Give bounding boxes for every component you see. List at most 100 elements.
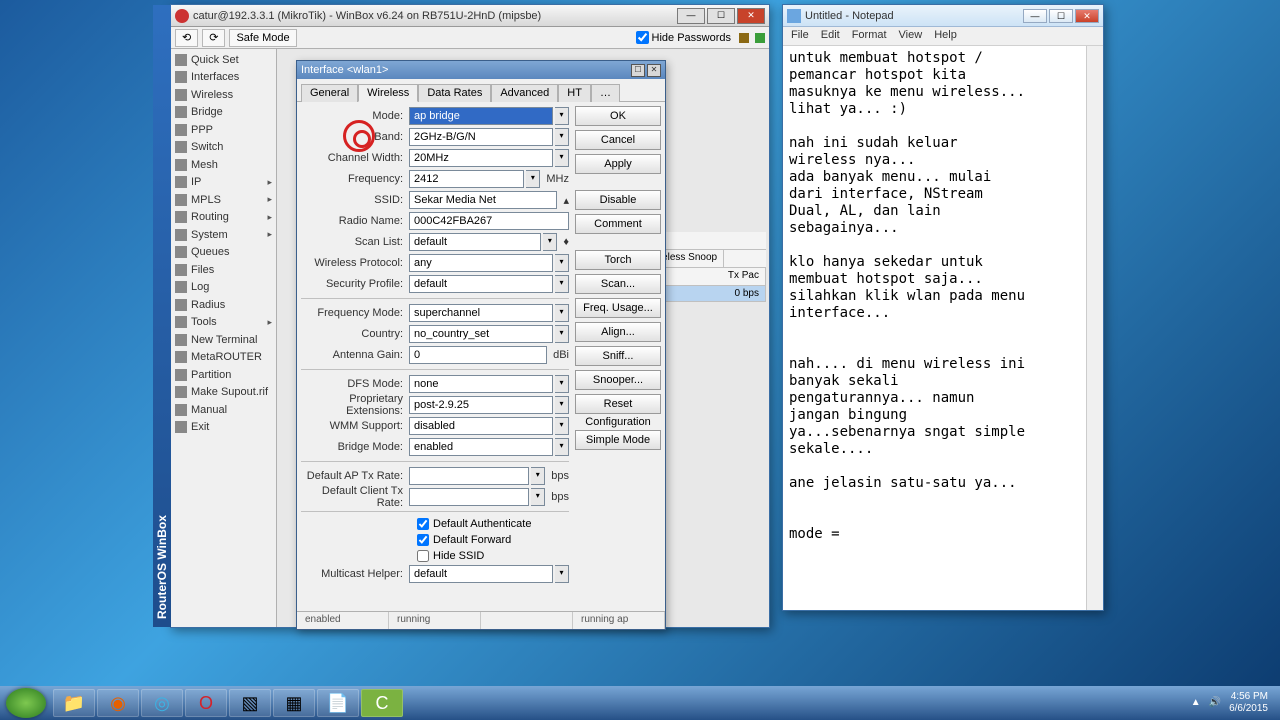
proto-field[interactable]: any	[409, 254, 553, 272]
default-authenticate-check[interactable]: Default Authenticate	[301, 516, 569, 532]
propext-field[interactable]: post-2.9.25	[409, 396, 553, 414]
mcast-dropdown-icon[interactable]: ▾	[555, 565, 569, 583]
minimize-button[interactable]: —	[677, 8, 705, 24]
tab--[interactable]: …	[591, 84, 620, 102]
tab-general[interactable]: General	[301, 84, 358, 102]
sidebar-item-metarouter[interactable]: MetaROUTER	[171, 349, 276, 367]
sniff--button[interactable]: Sniff...	[575, 346, 661, 366]
wmm-field[interactable]: disabled	[409, 417, 553, 435]
scan-field[interactable]: default	[409, 233, 541, 251]
dialog-titlebar[interactable]: Interface <wlan1> ☐ ✕	[297, 61, 665, 79]
tray-flag-icon[interactable]: ▲	[1191, 697, 1201, 709]
scan--button[interactable]: Scan...	[575, 274, 661, 294]
sidebar-item-queues[interactable]: Queues	[171, 244, 276, 262]
torch-button[interactable]: Torch	[575, 250, 661, 270]
sidebar-item-ppp[interactable]: PPP	[171, 121, 276, 139]
chw-field[interactable]: 20MHz	[409, 149, 553, 167]
bridge-field[interactable]: enabled	[409, 438, 553, 456]
sidebar-item-ip[interactable]: IP▸	[171, 174, 276, 192]
tab-ht[interactable]: HT	[558, 84, 591, 102]
back-button[interactable]: ⟲	[175, 29, 198, 47]
bridge-dropdown-icon[interactable]: ▾	[555, 438, 569, 456]
ok-button[interactable]: OK	[575, 106, 661, 126]
align--button[interactable]: Align...	[575, 322, 661, 342]
freqm-field[interactable]: superchannel	[409, 304, 553, 322]
taskbar-explorer-icon[interactable]: 📁	[53, 689, 95, 717]
sidebar-item-files[interactable]: Files	[171, 261, 276, 279]
sidebar-item-wireless[interactable]: Wireless	[171, 86, 276, 104]
scan-dropdown-icon[interactable]: ▾	[543, 233, 557, 251]
sidebar-item-exit[interactable]: Exit	[171, 419, 276, 437]
sidebar-item-interfaces[interactable]: Interfaces	[171, 69, 276, 87]
snooper--button[interactable]: Snooper...	[575, 370, 661, 390]
taskbar-notepad-icon[interactable]: 📄	[317, 689, 359, 717]
dfs-field[interactable]: none	[409, 375, 553, 393]
sidebar-item-mesh[interactable]: Mesh	[171, 156, 276, 174]
mcast-field[interactable]: default	[409, 565, 553, 583]
tab-advanced[interactable]: Advanced	[491, 84, 558, 102]
mode-field[interactable]: ap bridge	[409, 107, 553, 125]
sidebar-item-switch[interactable]: Switch	[171, 139, 276, 157]
cltx-field[interactable]	[409, 488, 529, 506]
band-dropdown-icon[interactable]: ▾	[555, 128, 569, 146]
menu-file[interactable]: File	[791, 29, 809, 43]
taskbar-app1-icon[interactable]: ◎	[141, 689, 183, 717]
sidebar-item-quick-set[interactable]: Quick Set	[171, 51, 276, 69]
sidebar-item-routing[interactable]: Routing▸	[171, 209, 276, 227]
simple-mode-button[interactable]: Simple Mode	[575, 430, 661, 450]
tab-wireless[interactable]: Wireless	[358, 84, 418, 102]
proto-dropdown-icon[interactable]: ▾	[555, 254, 569, 272]
sidebar-item-mpls[interactable]: MPLS▸	[171, 191, 276, 209]
menu-view[interactable]: View	[899, 29, 923, 43]
wmm-dropdown-icon[interactable]: ▾	[555, 417, 569, 435]
freqm-dropdown-icon[interactable]: ▾	[555, 304, 569, 322]
notepad-max-button[interactable]: ☐	[1049, 9, 1073, 23]
forward-button[interactable]: ⟳	[202, 29, 225, 47]
sidebar-item-radius[interactable]: Radius	[171, 296, 276, 314]
disable-button[interactable]: Disable	[575, 190, 661, 210]
sidebar-item-bridge[interactable]: Bridge	[171, 104, 276, 122]
notepad-textarea[interactable]: untuk membuat hotspot / pemancar hotspot…	[783, 46, 1103, 610]
taskbar-opera-icon[interactable]: O	[185, 689, 227, 717]
default-forward-check[interactable]: Default Forward	[301, 532, 569, 548]
dfs-dropdown-icon[interactable]: ▾	[555, 375, 569, 393]
notepad-close-button[interactable]: ✕	[1075, 9, 1099, 23]
start-button[interactable]	[6, 688, 46, 718]
freq-field[interactable]: 2412	[409, 170, 524, 188]
sidebar-item-new-terminal[interactable]: New Terminal	[171, 331, 276, 349]
taskbar-camtasia-icon[interactable]: C	[361, 689, 403, 717]
aptx-dropdown-icon[interactable]: ▾	[531, 467, 545, 485]
aptx-field[interactable]	[409, 467, 529, 485]
reset-configuration-button[interactable]: Reset Configuration	[575, 394, 661, 414]
comment-button[interactable]: Comment	[575, 214, 661, 234]
chw-dropdown-icon[interactable]: ▾	[555, 149, 569, 167]
taskbar-winbox-icon[interactable]: ▦	[273, 689, 315, 717]
dialog-close-button[interactable]: ✕	[647, 64, 661, 77]
notepad-min-button[interactable]: —	[1023, 9, 1047, 23]
apply-button[interactable]: Apply	[575, 154, 661, 174]
sidebar-item-partition[interactable]: Partition	[171, 366, 276, 384]
country-dropdown-icon[interactable]: ▾	[555, 325, 569, 343]
mode-dropdown-icon[interactable]: ▾	[555, 107, 569, 125]
tab-data-rates[interactable]: Data Rates	[418, 84, 491, 102]
dialog-min-button[interactable]: ☐	[631, 64, 645, 77]
country-field[interactable]: no_country_set	[409, 325, 553, 343]
band-field[interactable]: 2GHz-B/G/N	[409, 128, 553, 146]
sidebar-item-make-supout-rif[interactable]: Make Supout.rif	[171, 384, 276, 402]
cancel-button[interactable]: Cancel	[575, 130, 661, 150]
freq-dropdown-icon[interactable]: ▾	[526, 170, 540, 188]
menu-edit[interactable]: Edit	[821, 29, 840, 43]
sec-field[interactable]: default	[409, 275, 553, 293]
menu-format[interactable]: Format	[852, 29, 887, 43]
sidebar-item-system[interactable]: System▸	[171, 226, 276, 244]
tray-net-icon[interactable]: 🔊	[1209, 697, 1221, 709]
menu-help[interactable]: Help	[934, 29, 957, 43]
ant-field[interactable]: 0	[409, 346, 547, 364]
sidebar-item-tools[interactable]: Tools▸	[171, 314, 276, 332]
maximize-button[interactable]: ☐	[707, 8, 735, 24]
hide-passwords-check[interactable]: Hide Passwords	[636, 31, 731, 44]
system-tray[interactable]: ▲ 🔊 4:56 PM 6/6/2015	[1191, 691, 1274, 715]
sidebar-item-manual[interactable]: Manual	[171, 401, 276, 419]
taskbar-app2-icon[interactable]: ▧	[229, 689, 271, 717]
propext-dropdown-icon[interactable]: ▾	[555, 396, 569, 414]
